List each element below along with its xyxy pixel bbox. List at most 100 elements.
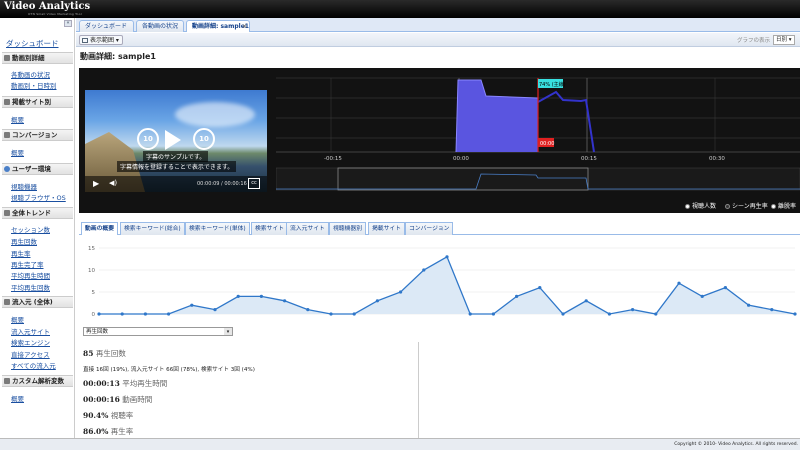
- trend-point[interactable]: [677, 281, 681, 285]
- sidebar-link-conversion-overview[interactable]: 概要: [11, 147, 24, 157]
- subtab-referrer[interactable]: 流入元サイト: [286, 222, 329, 235]
- trend-point[interactable]: [329, 312, 333, 316]
- trend-point[interactable]: [770, 308, 774, 312]
- scene-timeline-chart: 74% (主線) 00:00 -00:15 00:00 00:15 00:30: [276, 68, 800, 198]
- legend-viewers[interactable]: 視聴人数: [685, 201, 716, 210]
- subtab-host-site[interactable]: 掲載サイト: [368, 222, 405, 235]
- trend-point[interactable]: [97, 312, 101, 316]
- sidebar-link-browser-os[interactable]: 視聴ブラウザ・OS: [11, 192, 66, 202]
- trend-point[interactable]: [747, 303, 751, 307]
- trend-point[interactable]: [700, 294, 704, 298]
- sidebar-link-completion-rate[interactable]: 再生完了率: [11, 259, 44, 269]
- subtab-search-site[interactable]: 検索サイト: [251, 222, 288, 235]
- tab-video-detail[interactable]: 動画詳細: sample1 ×: [186, 20, 250, 32]
- subtab-keyword-single[interactable]: 検索キーワード(単体): [185, 222, 250, 235]
- range-button[interactable]: 表示範囲 ▾: [79, 35, 123, 45]
- forward-10-icon[interactable]: 10: [193, 128, 215, 150]
- trend-point[interactable]: [515, 294, 519, 298]
- trend-point[interactable]: [259, 294, 263, 298]
- play-icon[interactable]: [165, 130, 181, 150]
- sidebar-link-custom-overview[interactable]: 概要: [11, 393, 24, 403]
- rewind-10-icon[interactable]: 10: [137, 128, 159, 150]
- sidebar-section-video-detail: 動画別詳細: [2, 52, 73, 64]
- sidebar-link-avg-plays[interactable]: 平均再生回数: [11, 282, 50, 292]
- trend-point[interactable]: [306, 308, 310, 312]
- trend-point[interactable]: [654, 312, 658, 316]
- trend-icon: [4, 210, 10, 216]
- trend-point[interactable]: [468, 312, 472, 316]
- chevron-down-icon[interactable]: ▾: [224, 328, 232, 335]
- timeline-tick: 00:30: [709, 156, 725, 162]
- trend-point[interactable]: [491, 312, 495, 316]
- legend-scene-rate[interactable]: シーン再生率: [725, 201, 768, 210]
- radio-icon: [685, 204, 690, 209]
- trend-y-axis: 0 5 10 15: [88, 246, 96, 318]
- trend-point[interactable]: [538, 286, 542, 290]
- sidebar-dashboard-link[interactable]: ダッシュボード: [6, 38, 59, 49]
- trend-point[interactable]: [561, 312, 565, 316]
- custom-icon: [4, 378, 10, 384]
- radio-icon: [771, 204, 776, 209]
- trend-point[interactable]: [584, 299, 588, 303]
- trend-point[interactable]: [190, 303, 194, 307]
- trend-point[interactable]: [607, 312, 612, 316]
- volume-icon[interactable]: ◀): [109, 179, 117, 187]
- subtab-keyword-total[interactable]: 検索キーワード(総合): [120, 222, 185, 235]
- sidebar-link-avg-time[interactable]: 平均再生時間: [11, 270, 50, 280]
- sidebar-link-sessions[interactable]: セッション数: [11, 224, 50, 234]
- trend-point[interactable]: [399, 290, 403, 294]
- sidebar-link-devices[interactable]: 視聴機器: [11, 181, 37, 191]
- subtab-overview[interactable]: 動画の概要: [81, 222, 118, 235]
- copyright: Copyright © 2010- Video Analytics. All r…: [674, 442, 798, 447]
- collapse-sidebar-button[interactable]: «: [64, 20, 72, 27]
- trend-point[interactable]: [631, 308, 635, 312]
- trend-point[interactable]: [422, 268, 426, 272]
- trend-point[interactable]: [236, 294, 240, 298]
- sidebar-link-play-rate[interactable]: 再生率: [11, 248, 31, 258]
- tab-dashboard[interactable]: ダッシュボード: [79, 20, 134, 32]
- trend-point[interactable]: [167, 312, 171, 316]
- sidebar-link-search-engines[interactable]: 検索エンジン: [11, 337, 50, 347]
- sidebar-link-referrer-sites[interactable]: 流入元サイト: [11, 326, 50, 336]
- trend-point[interactable]: [375, 299, 379, 303]
- sidebar-section-user-env: ユーザー環境: [2, 163, 73, 175]
- app-header: Video Analytics OTN Small Video Marketin…: [0, 0, 800, 18]
- sidebar-section-site: 掲載サイト別: [2, 96, 73, 108]
- close-icon[interactable]: ×: [242, 21, 247, 32]
- play-control-icon[interactable]: ▶: [93, 179, 99, 188]
- tab-video-status[interactable]: 各動画の状況: [136, 20, 184, 32]
- trend-point[interactable]: [120, 312, 124, 316]
- cc-icon[interactable]: cc: [248, 178, 260, 189]
- stat-plays: 85 再生回数: [83, 349, 126, 358]
- subtab-conversion[interactable]: コンバージョン: [405, 222, 454, 235]
- trend-point[interactable]: [793, 312, 797, 316]
- y-tick-label: 15: [88, 246, 95, 252]
- footer: Copyright © 2010- Video Analytics. All r…: [0, 438, 800, 450]
- sidebar-link-video-status[interactable]: 各動画の状況: [11, 69, 50, 79]
- sidebar-link-plays[interactable]: 再生回数: [11, 236, 37, 246]
- trend-point[interactable]: [213, 308, 217, 312]
- graph-display-label: グラフの表示: [736, 38, 770, 44]
- trend-point[interactable]: [143, 312, 147, 316]
- sidebar-link-direct-access[interactable]: 直接アクセス: [11, 349, 50, 359]
- y-tick-label: 5: [92, 290, 96, 296]
- trend-point[interactable]: [723, 286, 728, 290]
- legend-exit-rate[interactable]: 離脱率: [771, 201, 796, 210]
- graph-display-select[interactable]: 日別 ▾: [773, 35, 795, 45]
- timeline-tick: -00:15: [324, 156, 342, 162]
- timeline-navigator[interactable]: [276, 167, 800, 191]
- video-icon: [4, 55, 10, 61]
- trend-point[interactable]: [283, 299, 287, 303]
- metric-select[interactable]: 再生回数 ▾: [83, 327, 233, 336]
- sidebar-section-custom: カスタム解析変数: [2, 375, 73, 387]
- trend-point[interactable]: [445, 255, 449, 259]
- sidebar-link-video-by-date[interactable]: 動画別・日時別: [11, 80, 57, 90]
- sidebar-link-sources-overview[interactable]: 概要: [11, 314, 24, 324]
- stat-view-rate: 90.4% 視聴率: [83, 411, 134, 420]
- sidebar-link-site-overview[interactable]: 概要: [11, 114, 24, 124]
- trend-point[interactable]: [352, 312, 356, 316]
- sidebar-link-all-sources[interactable]: すべての流入元: [11, 360, 56, 370]
- subtab-devices[interactable]: 視聴機器別: [329, 222, 366, 235]
- sidebar-section-sources: 流入元 (全体): [2, 296, 73, 308]
- user-icon: [4, 166, 10, 172]
